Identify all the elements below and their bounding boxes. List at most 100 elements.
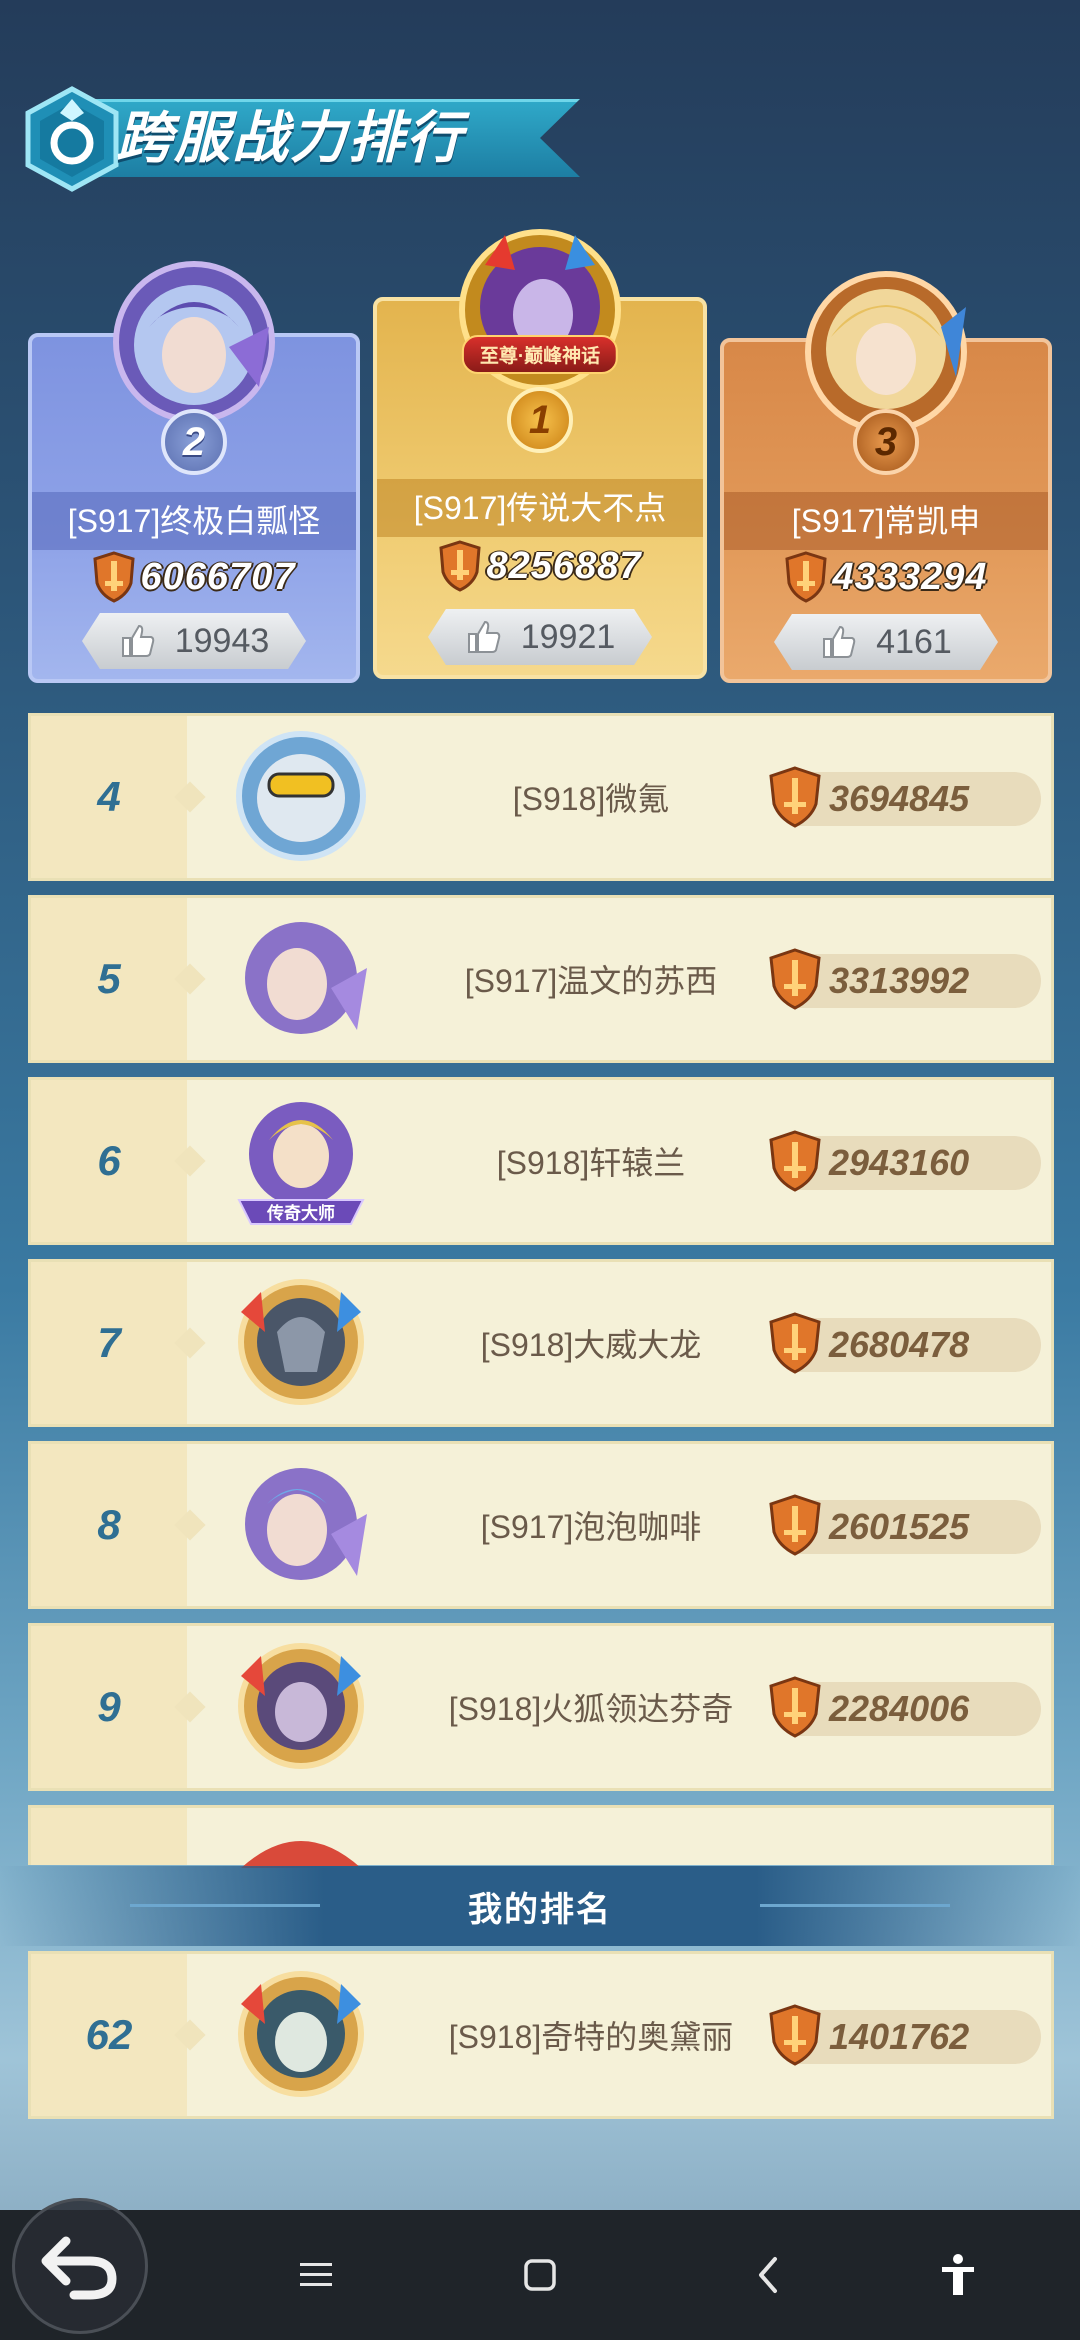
rank-number: 7 [97, 1319, 121, 1366]
shield-sword-icon [769, 766, 821, 828]
power-pill: 2680478 [769, 1312, 1041, 1374]
rank-cell: 7 [31, 1262, 206, 1424]
power-pill: 2601525 [769, 1494, 1041, 1556]
top-card-rank-3[interactable]: 3 [S917]常凯申 4333294 4161 [720, 271, 1052, 683]
my-rank-header: 我的排名 [0, 1866, 1080, 1946]
rank-medal: 2 [161, 409, 227, 475]
player-name: [S917]传说大不点 [377, 479, 703, 537]
shield-sword-icon [784, 551, 827, 603]
rank-number: 8 [97, 1501, 121, 1548]
power-value: 2680478 [829, 1324, 970, 1365]
accessibility-button[interactable] [898, 2210, 1018, 2340]
thumbs-up-icon [121, 624, 154, 657]
player-avatar[interactable] [109, 257, 279, 427]
rank-number: 62 [85, 2011, 133, 2058]
player-name: [S918]轩辕兰 [496, 1145, 686, 1181]
home-square-icon [524, 2259, 556, 2291]
rank-cell: 6 [31, 1080, 206, 1242]
rank-cell: 5 [31, 898, 206, 1060]
player-name: [S917]温文的苏西 [464, 963, 718, 999]
rank-number: 5 [97, 955, 121, 1002]
diamond-decoration [174, 1509, 206, 1541]
top-card-rank-1[interactable]: 至尊·巅峰神话 1 [S917]传说大不点 8256887 19921 [373, 229, 707, 679]
ranking-row-partial[interactable] [28, 1805, 1054, 1868]
player-avatar[interactable] [231, 1272, 371, 1412]
floating-back-button[interactable] [12, 2198, 148, 2334]
rank-cell: 62 [31, 1954, 206, 2116]
rank-cell: 8 [31, 1444, 206, 1606]
power-pill: 3694845 [769, 766, 1041, 828]
player-name: [S918]大威大龙 [480, 1327, 702, 1363]
power-value: 2943160 [829, 1142, 970, 1183]
back-button[interactable] [708, 2210, 828, 2340]
power-pill: 2284006 [769, 1676, 1041, 1738]
divider-line [760, 1904, 950, 1907]
like-button[interactable]: 19921 [428, 609, 652, 665]
shield-sword-icon [769, 948, 821, 1010]
power-pill: 1401762 [769, 2004, 1041, 2066]
my-rank-row[interactable]: 62 [S918]奇特的奥黛丽 1401762 [28, 1951, 1054, 2119]
shield-sword-icon [769, 2004, 821, 2066]
player-avatar [241, 1841, 361, 1868]
player-avatar[interactable] [231, 1454, 371, 1594]
power-value: 2601525 [829, 1506, 970, 1547]
thumbs-up-icon [823, 625, 856, 658]
rank-cell [31, 1808, 187, 1865]
accessibility-icon [942, 2254, 974, 2295]
diamond-decoration [174, 1691, 206, 1723]
rank-cell: 4 [31, 716, 206, 878]
my-rank-title: 我的排名 [468, 1890, 612, 1929]
player-avatar[interactable] [231, 726, 371, 866]
ranking-row[interactable]: 9 [S918]火狐领达芬奇 2284006 [28, 1623, 1054, 1791]
rank-number: 6 [97, 1137, 121, 1184]
player-name: [S918]火狐领达芬奇 [448, 1691, 734, 1727]
ranking-row[interactable]: 8 [S917]泡泡咖啡 2601525 [28, 1441, 1054, 1609]
rank-number: 4 [97, 773, 121, 820]
like-count: 19921 [520, 617, 616, 656]
home-button[interactable] [480, 2210, 600, 2340]
ranking-row[interactable]: 4 [S918]微氪 3694845 [28, 713, 1054, 881]
shield-sword-icon [769, 1676, 821, 1738]
page-title: 跨服战力排行 [116, 106, 464, 169]
player-avatar[interactable] [231, 908, 371, 1048]
player-name: [S917]终极白瓢怪 [32, 492, 356, 550]
divider-line [130, 1904, 320, 1907]
player-name: [S918]奇特的奥黛丽 [448, 2019, 734, 2055]
power-row: 8256887 [377, 539, 703, 593]
system-nav-bar [0, 2210, 1080, 2340]
diamond-decoration [174, 963, 206, 995]
diamond-decoration [174, 1145, 206, 1177]
shield-sword-icon [769, 1130, 821, 1192]
rank-medal: 1 [507, 387, 573, 453]
power-value: 3694845 [829, 778, 970, 819]
shield-sword-icon [438, 540, 481, 592]
like-count: 19943 [174, 621, 270, 660]
thumbs-up-icon [467, 620, 500, 653]
power-pill: 3313992 [769, 948, 1041, 1010]
top-card-rank-2[interactable]: 2 [S917]终极白瓢怪 6066707 19943 [28, 261, 360, 683]
like-count: 4161 [876, 622, 952, 661]
ranking-row[interactable]: 5 [S917]温文的苏西 3313992 [28, 895, 1054, 1063]
ranking-row[interactable]: 7 [S918]大威大龙 2680478 [28, 1259, 1054, 1427]
power-value: 6066707 [140, 555, 296, 598]
ranking-row[interactable]: 6 传奇大师 [S918]轩辕兰 2943160 [28, 1077, 1054, 1245]
power-value: 8256887 [486, 544, 642, 587]
menu-button[interactable] [256, 2210, 376, 2340]
diamond-decoration [174, 1327, 206, 1359]
player-name: [S917]泡泡咖啡 [480, 1509, 702, 1545]
power-value: 3313992 [829, 960, 970, 1001]
rank-cell: 9 [31, 1626, 206, 1788]
rank-number: 9 [97, 1683, 121, 1730]
player-name: [S917]常凯申 [724, 492, 1048, 550]
shield-sword-icon [769, 1494, 821, 1556]
power-pill: 2943160 [769, 1130, 1041, 1192]
player-avatar[interactable] [231, 1964, 371, 2104]
player-avatar[interactable]: 传奇大师 [231, 1090, 371, 1230]
power-value: 2284006 [829, 1688, 970, 1729]
like-button[interactable]: 4161 [774, 614, 998, 670]
avatar-badge: 传奇大师 [266, 1203, 335, 1224]
player-name: [S918]微氪 [512, 781, 670, 817]
player-avatar[interactable] [231, 1636, 371, 1776]
diamond-decoration [174, 781, 206, 813]
like-button[interactable]: 19943 [82, 613, 306, 669]
